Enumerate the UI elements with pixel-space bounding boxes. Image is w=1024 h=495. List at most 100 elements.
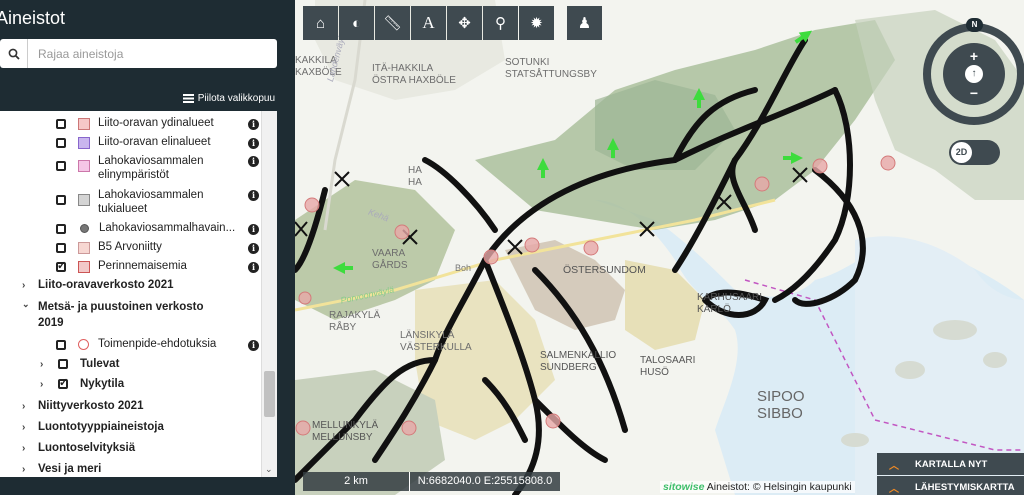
search-input[interactable] bbox=[28, 40, 277, 67]
sun-icon: ✹ bbox=[530, 15, 543, 32]
layer-item[interactable]: Perinnemaisemia bbox=[56, 259, 277, 273]
home-button[interactable]: ⌂ bbox=[303, 6, 338, 40]
lahestymiskartta-button[interactable]: ︿ LÄHESTYMISKARTTA bbox=[877, 476, 1024, 495]
street-view-icon: ♟ bbox=[577, 15, 592, 32]
chevron-right-icon: › bbox=[22, 421, 26, 433]
brand-logo: sitowise bbox=[663, 481, 705, 493]
info-icon[interactable]: i bbox=[248, 243, 259, 254]
info-icon[interactable]: i bbox=[248, 340, 259, 351]
group-liito-oravaverkosto[interactable]: › Liito-oravaverkosto 2021 bbox=[22, 279, 174, 291]
group-luontoselvityksia[interactable]: › Luontoselvityksiä bbox=[22, 442, 135, 454]
kartalla-nyt-button[interactable]: ︿ KARTALLA NYT bbox=[877, 453, 1024, 475]
group-luontotyyppiaineistoja[interactable]: › Luontotyyppiaineistoja bbox=[22, 421, 164, 433]
island bbox=[895, 361, 925, 379]
search-icon[interactable] bbox=[0, 39, 28, 68]
toggle-2d-label: 2D bbox=[951, 142, 972, 163]
scrollbar-thumb[interactable] bbox=[264, 371, 275, 417]
pin-icon: ⚲ bbox=[495, 15, 506, 32]
group-label: Liito-oravaverkosto 2021 bbox=[38, 279, 174, 291]
layer-checkbox[interactable] bbox=[56, 161, 66, 171]
light-button[interactable]: ✹ bbox=[519, 6, 554, 40]
layer-checkbox[interactable] bbox=[56, 195, 66, 205]
layer-checkbox[interactable] bbox=[56, 138, 66, 148]
group-niittyverkosto[interactable]: › Niittyverkosto 2021 bbox=[22, 400, 143, 412]
marker-button[interactable]: ⚲ bbox=[483, 6, 518, 40]
legend-swatch bbox=[78, 261, 90, 273]
group-label: Metsä- ja puustoinen verkosto 2019 bbox=[38, 301, 204, 329]
layer-item[interactable]: Lahokaviosammalen tukialueet bbox=[56, 188, 277, 216]
group-checkbox-partial[interactable] bbox=[58, 359, 68, 369]
place-label: LÄNSIKYLÄ VÄSTERKULLA bbox=[400, 330, 472, 353]
layer-checkbox[interactable] bbox=[56, 119, 66, 129]
button-label: KARTALLA NYT bbox=[915, 458, 988, 470]
layer-checkbox-checked[interactable] bbox=[56, 259, 66, 272]
layers-sidebar: Aineistot Piilota valikkopuu Liito-orava… bbox=[0, 0, 295, 495]
group-label: Niittyverkosto 2021 bbox=[38, 400, 144, 412]
ruler-icon: 📏︎ bbox=[382, 15, 403, 32]
legend-point-swatch bbox=[80, 224, 89, 233]
map-canvas[interactable]: KAKKILA KAXBÖLE ITÄ-HAKKILA ÖSTRA HAXBÖLE … bbox=[295, 0, 1024, 495]
place-label: ITÄ-HAKKILA ÖSTRA HAXBÖLE bbox=[372, 63, 456, 86]
layer-item[interactable]: Lahokaviosammalen elinympäristöt bbox=[56, 154, 277, 182]
attribution-text: Aineistot: © Helsingin kaupunki bbox=[706, 481, 852, 493]
layer-item[interactable]: Liito-oravan ydinalueet bbox=[56, 117, 277, 130]
place-label: KARHUSAARI KARLÖ bbox=[697, 292, 763, 315]
measure-button[interactable]: 📏︎ bbox=[375, 6, 410, 40]
layer-item[interactable]: Lahokaviosammalhavain... bbox=[56, 222, 277, 234]
island bbox=[933, 320, 977, 340]
island bbox=[983, 352, 1007, 368]
layer-checkbox[interactable] bbox=[56, 243, 66, 253]
layer-item[interactable]: Toimenpide-ehdotuksia bbox=[56, 338, 277, 350]
chevron-right-icon: › bbox=[22, 279, 26, 291]
group-label: Tulevat bbox=[80, 358, 120, 370]
layer-label: B5 Arvoniitty bbox=[98, 241, 162, 253]
layer-tree: Liito-oravan ydinalueet i Liito-oravan e… bbox=[0, 111, 277, 477]
text-icon: A bbox=[422, 13, 435, 32]
info-icon[interactable]: i bbox=[248, 138, 259, 149]
layer-label: Lahokaviosammalen tukialueet bbox=[98, 189, 204, 215]
place-label: SALMENKALLIO SUNDBERG bbox=[540, 350, 617, 373]
coordinate-readout: N:6682040.0 E:25515808.0 bbox=[410, 472, 560, 491]
pan-button[interactable]: ✥ bbox=[447, 6, 482, 40]
street-view-button[interactable]: ♟ bbox=[567, 6, 602, 40]
list-icon bbox=[182, 94, 194, 103]
layer-item[interactable]: Liito-oravan elinalueet bbox=[56, 136, 277, 149]
2d-3d-toggle[interactable]: 2D bbox=[949, 140, 1000, 165]
map-attribution: sitowise Aineistot: © Helsingin kaupunki bbox=[660, 481, 855, 493]
group-nykytila[interactable]: › Nykytila bbox=[40, 376, 125, 390]
group-tulevat[interactable]: › Tulevat bbox=[40, 358, 119, 370]
legend-circle-swatch bbox=[78, 339, 89, 350]
group-checkbox-checked[interactable] bbox=[58, 376, 68, 389]
info-icon[interactable]: i bbox=[248, 190, 259, 201]
layer-item[interactable]: B5 Arvoniitty bbox=[56, 241, 277, 254]
road-label: Boh bbox=[455, 263, 472, 273]
info-icon[interactable]: i bbox=[248, 224, 259, 235]
info-icon[interactable]: i bbox=[248, 156, 259, 167]
layer-label: Liito-oravan ydinalueet bbox=[98, 117, 214, 129]
place-label: ÖSTERSUNDOM bbox=[563, 264, 646, 276]
zoom-in-button[interactable]: + bbox=[965, 48, 983, 64]
info-icon[interactable]: i bbox=[248, 119, 259, 130]
layer-checkbox[interactable] bbox=[56, 340, 66, 350]
place-label: SOTUNKI STATSÅTTUNGSBY bbox=[505, 57, 597, 80]
group-metsa-verkosto[interactable]: ⌄ Metsä- ja puustoinen verkosto 2019 bbox=[22, 299, 204, 331]
sidebar-title: Aineistot bbox=[0, 8, 66, 28]
contrast-button[interactable]: ◐ bbox=[339, 6, 374, 40]
text-button[interactable]: A bbox=[411, 6, 446, 40]
chevron-right-icon: › bbox=[40, 358, 44, 370]
group-label: Luontotyyppiaineistoja bbox=[38, 421, 164, 433]
layer-checkbox[interactable] bbox=[56, 224, 66, 234]
group-label: Nykytila bbox=[80, 378, 125, 390]
chevron-right-icon: › bbox=[40, 378, 44, 390]
chevron-right-icon: › bbox=[22, 463, 26, 475]
zoom-out-button[interactable]: − bbox=[965, 85, 983, 101]
reset-north-button[interactable]: ↑ bbox=[965, 65, 983, 83]
info-icon[interactable]: i bbox=[248, 262, 259, 273]
layer-label: Lahokaviosammalhavain... bbox=[99, 222, 236, 234]
group-vesi-ja-meri[interactable]: › Vesi ja meri bbox=[22, 463, 101, 475]
hide-menu-button[interactable]: Piilota valikkopuu bbox=[182, 93, 275, 104]
group-label: Vesi ja meri bbox=[38, 463, 102, 475]
place-label: TALOSAARI HUSÖ bbox=[640, 355, 696, 378]
layer-scrollbar[interactable]: ⌄ bbox=[261, 111, 277, 477]
chevron-down-icon[interactable]: ⌄ bbox=[265, 464, 273, 475]
